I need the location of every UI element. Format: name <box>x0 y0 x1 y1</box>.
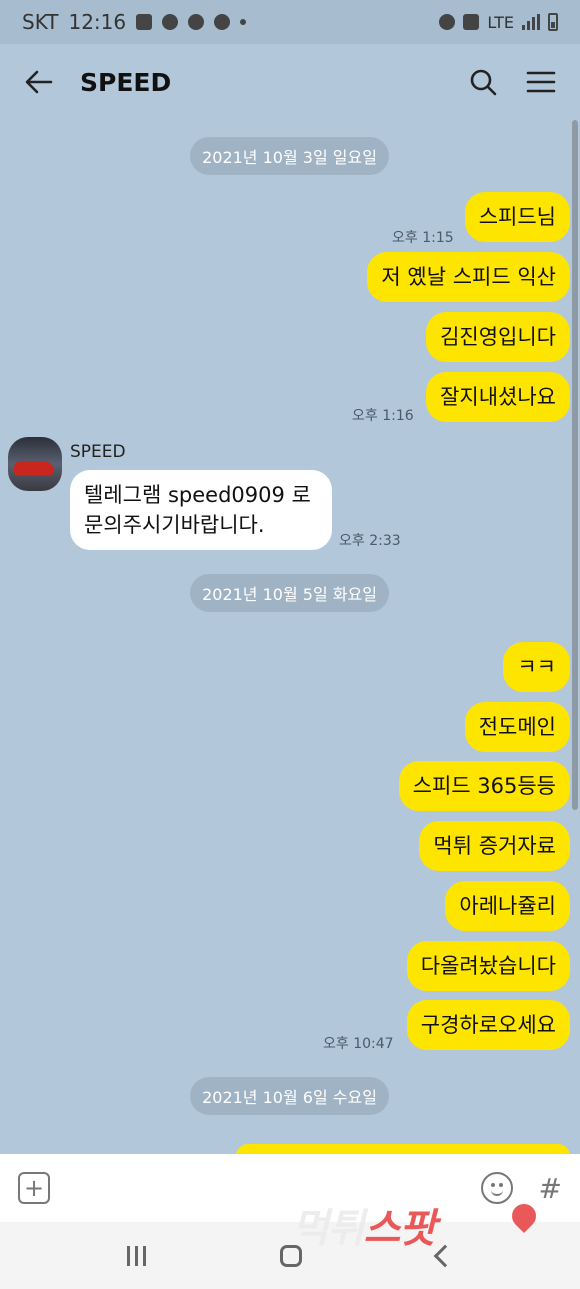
my-message-bubble[interactable]: 먹튀 증거자료 <box>419 821 570 871</box>
my-message-bubble[interactable]: 스피드 365등등 <box>398 761 570 811</box>
carrier-label: SKT <box>22 10 59 34</box>
my-message-bubble[interactable]: 김진영입니다 <box>426 312 570 362</box>
emoji-button[interactable] <box>480 1172 513 1204</box>
plus-icon: + <box>23 1174 45 1202</box>
watermark-logo: 먹튀스팟 <box>292 1206 436 1252</box>
my-message-bubble[interactable]: 저 옜날 스피드 익산 <box>367 252 570 302</box>
gallery-icon <box>136 14 153 30</box>
system-nav-bar <box>0 1222 580 1289</box>
message-time: 오후 1:15 <box>392 230 454 246</box>
naver-icon <box>214 14 231 30</box>
search-button[interactable] <box>466 65 500 99</box>
their-message-bubble[interactable]: 텔레그램 speed0909 로 문의주시기바랍니다. <box>70 470 332 550</box>
talk-icon <box>162 14 179 30</box>
battery-icon <box>548 13 558 31</box>
message-time: 오후 2:33 <box>339 533 401 549</box>
alarm-icon <box>439 14 456 30</box>
recent-apps-button[interactable] <box>127 1245 147 1266</box>
message-time: 오후 10:47 <box>323 1036 394 1052</box>
my-message-bubble[interactable]: 스피드님 <box>464 192 570 242</box>
message-time: 오후 1:16 <box>352 408 414 424</box>
date-divider: 2021년 10월 6일 수요일 <box>190 1077 389 1115</box>
search-icon <box>470 69 497 96</box>
my-message-bubble[interactable]: 전도메인 <box>464 702 570 752</box>
hashtag-button[interactable]: # <box>539 1172 562 1205</box>
my-message-bubble[interactable]: 잘지내셨나요 <box>426 372 570 422</box>
notification-dot-icon <box>240 19 247 25</box>
nav-back-button[interactable] <box>433 1244 457 1267</box>
date-divider: 2021년 10월 5일 화요일 <box>190 574 389 612</box>
my-message-bubble[interactable]: 아레나쥴리 <box>445 881 570 931</box>
chat-bubble-icon <box>188 14 205 30</box>
hamburger-menu-icon <box>526 71 556 93</box>
clock: 12:16 <box>68 10 127 34</box>
back-arrow-icon <box>25 70 53 94</box>
attach-button[interactable]: + <box>18 1172 50 1204</box>
signal-icon <box>522 14 540 30</box>
network-label: LTE <box>487 12 514 32</box>
chat-scrollbar[interactable] <box>572 120 578 810</box>
sender-name: SPEED <box>70 442 126 462</box>
my-message-bubble[interactable]: 구경하로오세요 <box>406 1000 570 1050</box>
status-bar: SKT 12:16 LTE <box>0 0 580 44</box>
my-message-bubble[interactable]: ㅋㅋ <box>503 642 570 692</box>
my-message-bubble[interactable]: 다올려놨습니다 <box>406 941 570 991</box>
mute-icon <box>463 14 480 30</box>
message-input-bar: + # <box>0 1154 580 1222</box>
sender-avatar[interactable] <box>8 437 62 491</box>
car-image <box>14 461 54 475</box>
chat-title: SPEED <box>80 67 172 97</box>
date-divider: 2021년 10월 3일 일요일 <box>190 137 389 175</box>
menu-button[interactable] <box>524 65 558 99</box>
back-button[interactable] <box>22 65 56 99</box>
chat-header: SPEED <box>0 44 580 120</box>
